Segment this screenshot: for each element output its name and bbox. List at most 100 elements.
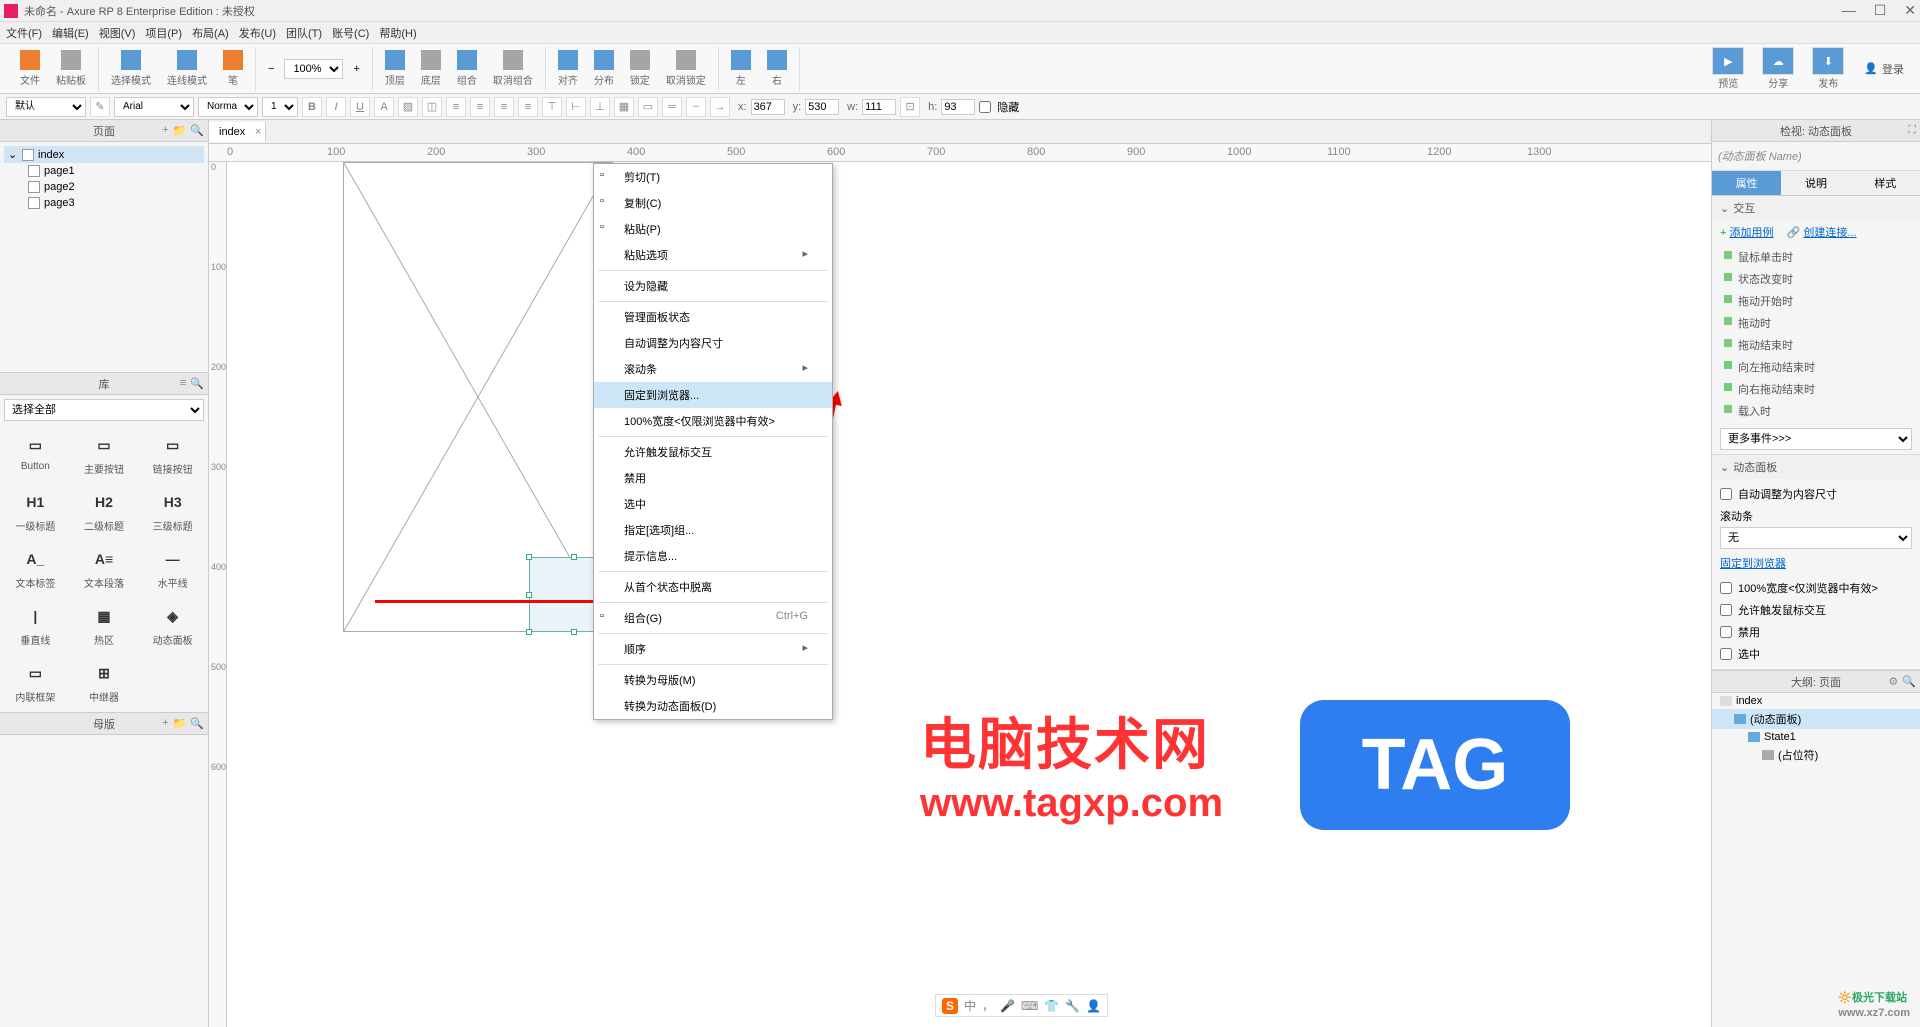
master-search-icon[interactable]: 🔍 xyxy=(190,717,204,730)
font-select[interactable]: Arial xyxy=(114,97,194,117)
menu-layout[interactable]: 布局(A) xyxy=(192,25,229,41)
page-item-page3[interactable]: page3 xyxy=(4,195,204,211)
y-input[interactable] xyxy=(805,99,839,115)
ime-punct-icon[interactable]: ， xyxy=(982,997,994,1014)
x-input[interactable] xyxy=(751,99,785,115)
menu-view[interactable]: 视图(V) xyxy=(99,25,136,41)
context-menu-item[interactable]: 100%宽度<仅限浏览器中有效> xyxy=(594,408,832,434)
ime-user-icon[interactable]: 👤 xyxy=(1086,999,1101,1013)
library-item-primary-button[interactable]: ▭主要按钮 xyxy=(71,427,138,482)
line-style-button[interactable]: ┄ xyxy=(686,97,706,117)
tb-select-mode[interactable]: 选择模式 xyxy=(105,48,157,89)
page-item-index[interactable]: ⌄index xyxy=(4,146,204,163)
event-item[interactable]: 拖动开始时 xyxy=(1720,290,1912,312)
create-link-link[interactable]: 创建连接... xyxy=(1803,227,1856,239)
context-menu-item[interactable]: 设为隐藏 xyxy=(594,273,832,299)
ime-lang[interactable]: 中 xyxy=(964,997,976,1014)
tab-notes[interactable]: 说明 xyxy=(1781,171,1850,195)
line-width-button[interactable]: ═ xyxy=(662,97,682,117)
tb-zoom-out[interactable]: − xyxy=(262,61,280,77)
tb-connect-mode[interactable]: 连线模式 xyxy=(161,48,213,89)
event-item[interactable]: 鼠标单击时 xyxy=(1720,246,1912,268)
context-menu-item[interactable]: 粘贴选项▸ xyxy=(594,242,832,268)
menu-help[interactable]: 帮助(H) xyxy=(379,25,416,41)
fill-button[interactable]: ▦ xyxy=(614,97,634,117)
minimize-button[interactable]: — xyxy=(1842,2,1856,19)
context-menu-item[interactable]: 从首个状态中脱离 xyxy=(594,574,832,600)
context-menu-item[interactable]: 指定[选项]组... xyxy=(594,517,832,543)
maximize-button[interactable]: ☐ xyxy=(1874,2,1887,19)
library-search-icon[interactable]: 🔍 xyxy=(190,377,204,390)
outline-item[interactable]: (动态面板) xyxy=(1712,709,1920,729)
allow-mouse-checkbox[interactable]: 允许触发鼠标交互 xyxy=(1720,599,1912,621)
tb-unlock[interactable]: 取消锁定 xyxy=(660,48,712,89)
align-justify-button[interactable]: ≡ xyxy=(518,97,538,117)
pin-browser-link[interactable]: 固定到浏览器 xyxy=(1720,558,1786,570)
context-menu-item[interactable]: 选中 xyxy=(594,491,832,517)
tab-style[interactable]: 样式 xyxy=(1851,171,1920,195)
event-item[interactable]: 向右拖动结束时 xyxy=(1720,378,1912,400)
bold-button[interactable]: B xyxy=(302,97,322,117)
tb-align[interactable]: 对齐 xyxy=(552,48,584,89)
outline-item[interactable]: index xyxy=(1712,693,1920,709)
context-menu-item[interactable]: ▫剪切(T) xyxy=(594,164,832,190)
context-menu-item[interactable]: 禁用 xyxy=(594,465,832,491)
tab-properties[interactable]: 属性 xyxy=(1712,171,1781,195)
tb-distribute[interactable]: 分布 xyxy=(588,48,620,89)
add-page-icon[interactable]: + xyxy=(162,124,168,137)
menu-project[interactable]: 项目(P) xyxy=(145,25,182,41)
library-item-h2[interactable]: H2二级标题 xyxy=(71,484,138,539)
disable-checkbox[interactable]: 禁用 xyxy=(1720,621,1912,643)
tb-pen[interactable]: 笔 xyxy=(217,48,249,89)
context-menu-item[interactable]: 管理面板状态 xyxy=(594,304,832,330)
lock-aspect-button[interactable]: ⊡ xyxy=(900,97,920,117)
ime-sogou-icon[interactable]: S xyxy=(942,998,958,1014)
underline-button[interactable]: U xyxy=(350,97,370,117)
menu-team[interactable]: 团队(T) xyxy=(286,25,322,41)
add-case-link[interactable]: 添加用例 xyxy=(1730,227,1774,239)
tb-publish[interactable]: ⬇发布 xyxy=(1806,45,1850,92)
outer-shadow-button[interactable]: ◫ xyxy=(422,97,442,117)
library-item-hotspot[interactable]: ▦热区 xyxy=(71,598,138,653)
library-item-text-label[interactable]: A_文本标签 xyxy=(2,541,69,596)
master-folder-icon[interactable]: 📁 xyxy=(173,717,187,730)
valign-top-button[interactable]: ⊤ xyxy=(542,97,562,117)
more-events-select[interactable]: 更多事件>>> xyxy=(1720,428,1912,450)
tb-paste[interactable]: 粘贴板 xyxy=(50,48,92,89)
ime-mic-icon[interactable]: 🎤 xyxy=(1000,999,1015,1013)
line-color-button[interactable]: ▭ xyxy=(638,97,658,117)
context-menu-item[interactable]: 转换为母版(M) xyxy=(594,667,832,693)
add-folder-icon[interactable]: 📁 xyxy=(173,124,187,137)
menu-file[interactable]: 文件(F) xyxy=(6,25,42,41)
context-menu-item[interactable]: 固定到浏览器... xyxy=(594,382,832,408)
library-item-hr[interactable]: —水平线 xyxy=(139,541,206,596)
inspector-expand-icon[interactable]: ⛶ xyxy=(1908,124,1916,137)
outline-filter-icon[interactable]: ⚙ xyxy=(1888,675,1898,688)
search-icon[interactable]: 🔍 xyxy=(190,124,204,137)
event-item[interactable]: 拖动结束时 xyxy=(1720,334,1912,356)
menu-publish[interactable]: 发布(U) xyxy=(239,25,276,41)
library-item-dynamic-panel[interactable]: ◈动态面板 xyxy=(139,598,206,653)
zoom-select[interactable]: 100% xyxy=(284,59,343,79)
library-item-iframe[interactable]: ▭内联框架 xyxy=(2,655,69,710)
tb-left[interactable]: 左 xyxy=(725,48,757,89)
tb-share[interactable]: ☁分享 xyxy=(1756,45,1800,92)
library-item-link-button[interactable]: ▭链接按钮 xyxy=(139,427,206,482)
tb-group[interactable]: 组合 xyxy=(451,48,483,89)
menu-account[interactable]: 账号(C) xyxy=(332,25,369,41)
outline-item[interactable]: State1 xyxy=(1712,729,1920,745)
context-menu-item[interactable]: ▫复制(C) xyxy=(594,190,832,216)
login-button[interactable]: 👤登录 xyxy=(1856,57,1912,81)
full-width-checkbox[interactable]: 100%宽度<仅浏览器中有效> xyxy=(1720,577,1912,599)
hidden-checkbox[interactable]: 隐藏 xyxy=(979,96,1019,118)
add-master-icon[interactable]: + xyxy=(162,717,168,730)
menu-edit[interactable]: 编辑(E) xyxy=(52,25,89,41)
tb-file[interactable]: 文件 xyxy=(14,48,46,89)
align-right-button[interactable]: ≡ xyxy=(494,97,514,117)
valign-bottom-button[interactable]: ⊥ xyxy=(590,97,610,117)
library-select[interactable]: 选择全部 xyxy=(4,399,204,421)
tb-zoom-in[interactable]: + xyxy=(347,61,365,77)
library-item-vr[interactable]: |垂直线 xyxy=(2,598,69,653)
size-select[interactable]: 13 xyxy=(262,97,298,117)
tb-top[interactable]: 顶层 xyxy=(379,48,411,89)
